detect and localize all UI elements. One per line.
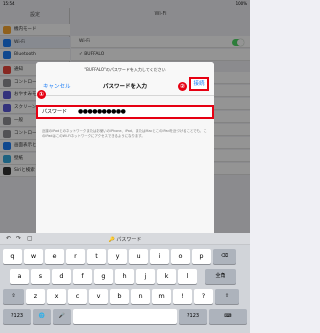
dialog-header: "BUFFALO"のパスワードを入力してください キャンセル パスワードを入力 …: [36, 62, 214, 96]
key[interactable]: 🌐: [33, 309, 51, 324]
password-field[interactable]: パスワード ●●●●●●●●●●: [36, 105, 214, 119]
keyboard-toolbar: ↶ ↷ ▢ 🔑 パスワード: [0, 233, 250, 245]
password-dialog: "BUFFALO"のパスワードを入力してください キャンセル パスワードを入力 …: [36, 62, 214, 237]
key[interactable]: e: [45, 249, 64, 264]
keyboard-password-text: パスワード: [116, 237, 142, 243]
key[interactable]: s: [31, 269, 50, 284]
key[interactable]: r: [66, 249, 85, 264]
key[interactable]: k: [157, 269, 176, 284]
key[interactable]: ?123: [3, 309, 31, 324]
keyboard-password-label: 🔑 パスワード: [108, 237, 142, 243]
key[interactable]: b: [110, 289, 129, 304]
key[interactable]: ⌨: [209, 309, 247, 324]
key[interactable]: ?123: [179, 309, 207, 324]
keyboard: ↶ ↷ ▢ 🔑 パスワード q w e r t y u i o p ⌫ a s d f g h j k l 全角 ⇧ z x c…: [0, 233, 250, 333]
key[interactable]: x: [47, 289, 66, 304]
key[interactable]: 全角: [205, 269, 236, 284]
dialog-prompt: "BUFFALO"のパスワードを入力してください: [84, 67, 166, 72]
key[interactable]: ⇧: [215, 289, 239, 304]
key[interactable]: i: [150, 249, 169, 264]
key[interactable]: c: [68, 289, 87, 304]
dialog-description: 近接のiPadとのネットワークまたはお使いのiPhone、iPad、またはMac…: [42, 129, 207, 138]
key[interactable]: a: [10, 269, 29, 284]
key[interactable]: z: [26, 289, 45, 304]
step-badge-2: ②: [178, 82, 187, 91]
key[interactable]: n: [131, 289, 150, 304]
key[interactable]: p: [192, 249, 211, 264]
password-label: パスワード: [42, 109, 68, 115]
key[interactable]: w: [24, 249, 43, 264]
key[interactable]: v: [89, 289, 108, 304]
key[interactable]: o: [171, 249, 190, 264]
key[interactable]: !: [173, 289, 192, 304]
key[interactable]: 🎤: [53, 309, 71, 324]
step-badge-1: ①: [37, 90, 46, 99]
key[interactable]: [73, 309, 177, 324]
key[interactable]: ?: [194, 289, 213, 304]
key[interactable]: l: [178, 269, 197, 284]
key[interactable]: ⌫: [213, 249, 236, 264]
key[interactable]: f: [73, 269, 92, 284]
key[interactable]: t: [87, 249, 106, 264]
key[interactable]: u: [129, 249, 148, 264]
key[interactable]: j: [136, 269, 155, 284]
key[interactable]: g: [94, 269, 113, 284]
password-input[interactable]: ●●●●●●●●●●: [78, 108, 126, 116]
dialog-title: パスワードを入力: [102, 84, 147, 90]
key[interactable]: q: [3, 249, 22, 264]
key[interactable]: m: [152, 289, 171, 304]
key[interactable]: ⇧: [3, 289, 24, 304]
key[interactable]: y: [108, 249, 127, 264]
key[interactable]: d: [52, 269, 71, 284]
key[interactable]: h: [115, 269, 134, 284]
join-button[interactable]: 接続: [189, 77, 209, 91]
